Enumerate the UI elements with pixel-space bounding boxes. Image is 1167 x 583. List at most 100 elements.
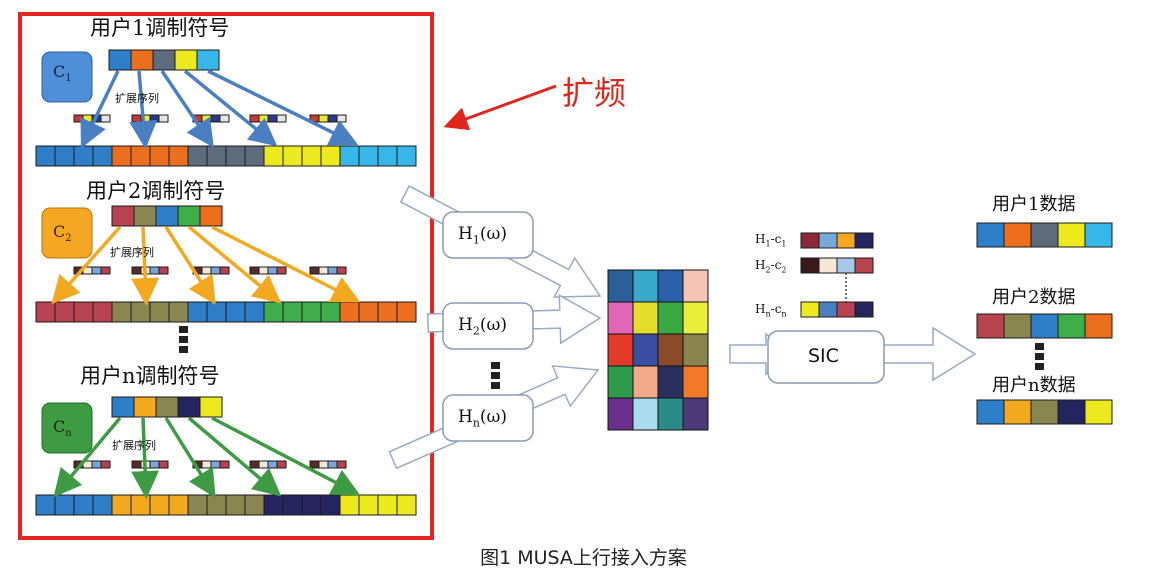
user-n-spread-seq-cell [276, 460, 287, 469]
user-n-spread-label: 扩展序列 [112, 439, 156, 452]
user-2-spread-arrow [131, 226, 160, 306]
user-2-spread-chips-cell [35, 301, 56, 323]
user-n-spread-seq-cell [318, 460, 329, 469]
received-signal-cell [607, 301, 634, 335]
user-1-spread-seq-cell [276, 114, 287, 123]
user-n-spread-seq-cell [201, 460, 212, 469]
user-n-spread-seq-cell [309, 460, 320, 469]
output-2-title: 用户2数据 [992, 287, 1076, 308]
user-1-spread-chips-cell [92, 145, 113, 167]
user-1-spread-chips-cell [111, 145, 132, 167]
channel-ellipsis [491, 372, 500, 379]
user-1-spread-seq-cell [158, 114, 169, 123]
sic-row-1-seq-cell [836, 232, 856, 249]
sic-row-n-seq-cell [818, 301, 838, 318]
user-2-symbols [111, 205, 223, 227]
user-2-spread-seq-cell [149, 266, 160, 275]
user-2-spread-chips-cell [263, 301, 284, 323]
received-signal-cell [607, 269, 634, 303]
output-n-data-cell [1003, 399, 1032, 425]
user-1-symbols-cell [130, 49, 154, 71]
sic-row-1-seq [800, 232, 874, 249]
user-n-spread-seq-cell [267, 460, 278, 469]
output-2-data-cell [1003, 313, 1032, 339]
user-2-spread-chips [35, 301, 417, 323]
user-1-spread-seq-cell [258, 114, 269, 123]
output-n-data-cell [1030, 399, 1059, 425]
user-2-spread-seq-cell [327, 266, 338, 275]
user-1-title: 用户1调制符号 [90, 16, 230, 40]
user-2-spread-chips-cell [149, 301, 170, 323]
user-1-spread-arrow [160, 70, 214, 148]
user-n-spread-seq [249, 460, 287, 469]
user-1-spread-seq-cell [267, 114, 278, 123]
user-2-spread-seq [131, 266, 169, 275]
output-n-title: 用户n数据 [992, 375, 1076, 396]
user-2-spread-chips-cell [377, 301, 398, 323]
user-1-spread-arrow [129, 70, 158, 149]
user-1-spread-chips-cell [130, 145, 151, 167]
sic-row-2-label: H2-c2 [755, 258, 787, 275]
output-n-data [976, 399, 1113, 425]
output-n-data-cell [1057, 399, 1086, 425]
user-1-spread-chips-cell [301, 145, 322, 167]
user-2-spread-seq [249, 266, 287, 275]
user-2-spread-seq-cell [249, 266, 260, 275]
user-n-spread-chips-cell [73, 494, 94, 516]
user-n-spread-chips-cell [35, 494, 56, 516]
user-n-spread-seq-cell [258, 460, 269, 469]
user-1-spread-chips-cell [149, 145, 170, 167]
sic-row-n-seq-cell [800, 301, 820, 318]
user-n-spread-chips-cell [111, 494, 132, 516]
output-ellipsis [1035, 363, 1044, 370]
user-1-spread-chips-cell [377, 145, 398, 167]
user-1-spread-seq-cell [73, 114, 84, 123]
sic-row-n-label: Hn-cn [755, 302, 787, 319]
user-n-symbols-cell [199, 396, 223, 418]
user-1-spread-chips-cell [225, 145, 246, 167]
user-2-spread-seq-cell [318, 266, 329, 275]
output-1-data-cell [1003, 222, 1032, 248]
received-signal-cell [657, 365, 684, 399]
output-1-data [976, 222, 1113, 248]
received-signal-cell [657, 333, 684, 367]
user-n-spread-chips-cell [244, 494, 265, 516]
user-n-spread-chips-cell [149, 494, 170, 516]
user-n-spread-chips-cell [320, 494, 341, 516]
user-n-spread-seq-cell [131, 460, 142, 469]
user-1-spread-chips-cell [320, 145, 341, 167]
user-2-spread-seq [309, 266, 347, 275]
user-1-spread-chips-cell [396, 145, 417, 167]
user-n-spread-chips-cell [377, 494, 398, 516]
received-signal-cell [632, 365, 659, 399]
user-2-spread-seq-cell [276, 266, 287, 275]
user-2-spread-chips-cell [282, 301, 303, 323]
user-2-spread-chips-cell [92, 301, 113, 323]
user-1-spread-seq [73, 114, 111, 123]
user-n-spread-seq [309, 460, 347, 469]
user-2-spread-seq-cell [201, 266, 212, 275]
received-signal-cell [607, 365, 634, 399]
sic-row-2-seq-cell [800, 257, 820, 274]
output-2-data [976, 313, 1113, 339]
musa-diagram: 用户1调制符号 用户2调制符号 用户n调制符号 扩展序列 扩展序列 扩展序列 C… [0, 0, 1167, 579]
user-2-spread-chips-cell [168, 301, 189, 323]
user-n-spread-seq [131, 460, 169, 469]
received-signal-cell [682, 333, 709, 367]
user-n-symbols-cell [111, 396, 135, 418]
user-1-spread-seq-cell [318, 114, 329, 123]
sic-row-1-label: H1-c1 [755, 232, 787, 249]
output-ellipsis [1035, 353, 1044, 360]
user-1-spread-chips-cell [263, 145, 284, 167]
user-n-spread-arrow [131, 417, 160, 499]
user-2-spread-chips-cell [358, 301, 379, 323]
sic-row-n-seq-cell [836, 301, 856, 318]
user-ellipsis [179, 326, 188, 333]
user-1-spread-seq [131, 114, 169, 123]
output-n-data-cell [1084, 399, 1113, 425]
user-2-spread-seq-cell [258, 266, 269, 275]
code-cn-label: Cn [53, 417, 72, 440]
output-2-data-cell [976, 313, 1005, 339]
sic-row-1-seq-cell [854, 232, 874, 249]
output-1-data-cell [1084, 222, 1113, 248]
